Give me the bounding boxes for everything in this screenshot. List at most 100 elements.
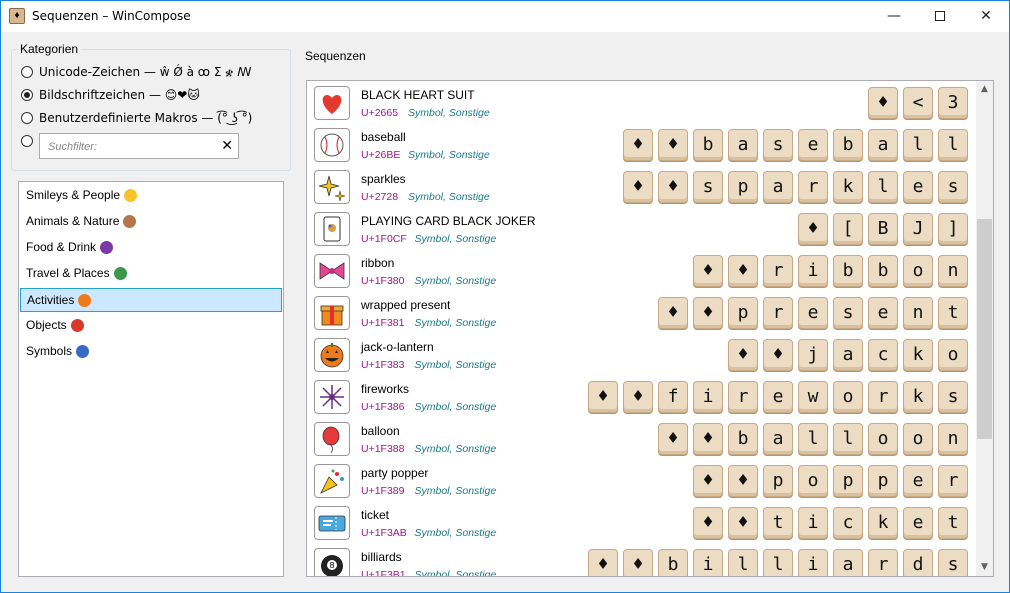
keycap: ]	[938, 213, 968, 245]
keycap: t	[938, 507, 968, 539]
keycap: s	[693, 171, 723, 203]
jack-o-lantern-icon	[78, 294, 92, 308]
keycap: e	[903, 465, 933, 497]
sequence-row[interactable]: jack-o-lantern U+1F383 Symbol, Sonstige ♦ ♦ j…	[307, 333, 975, 375]
category-label: Travel & Places	[26, 266, 110, 280]
face-icon	[124, 189, 138, 203]
scroll-down-icon[interactable]: ▼	[976, 559, 993, 576]
sequence-row[interactable]: BLACK HEART SUIT U+2665 Symbol, Sonstige ♦ <…	[307, 81, 975, 123]
keycap: b	[658, 549, 688, 576]
key-sequence: ♦ ♦ t i c k e t	[693, 507, 968, 539]
category-label: Activities	[27, 293, 75, 307]
keycap: a	[868, 129, 898, 161]
radio-button[interactable]	[21, 66, 33, 78]
grapes-icon	[100, 241, 114, 255]
compose-key-icon: ♦	[693, 423, 723, 455]
category-label: Objects	[26, 318, 67, 332]
category-item-food-drink[interactable]: Food & Drink	[20, 236, 282, 260]
window-title: Sequenzen – WinCompose	[32, 9, 191, 23]
sequence-category: Symbol, Sonstige	[408, 191, 490, 203]
clear-search-icon[interactable]: ✕	[221, 138, 233, 154]
radio-unicode[interactable]: Unicode-Zeichen — ŵ Ǿ à ꝏ Σ ቋ ꟿ	[21, 63, 252, 81]
sequence-codepoint: U+1F386	[361, 401, 405, 413]
radio-button-checked[interactable]	[21, 89, 33, 101]
sequence-category: Symbol, Sonstige	[408, 107, 490, 119]
sequence-row[interactable]: balloon U+1F388 Symbol, Sonstige ♦ ♦ b a l l o o n	[307, 417, 975, 459]
category-item-symbols[interactable]: Symbols	[20, 340, 282, 364]
sequence-codepoint: U+26BE	[361, 149, 401, 161]
radio-search[interactable]	[21, 132, 39, 150]
compose-key-icon: ♦	[588, 381, 618, 413]
keycap: l	[763, 549, 793, 576]
sequence-codepoint: U+1F383	[361, 359, 405, 371]
sequence-list[interactable]: BLACK HEART SUIT U+2665 Symbol, Sonstige ♦ <…	[306, 80, 994, 577]
radio-emoji-label: Bildschriftzeichen — 😊❤🐱	[39, 88, 200, 102]
keycap: t	[938, 297, 968, 329]
keycap: o	[903, 255, 933, 287]
sequence-name: party popper	[361, 466, 429, 480]
maximize-button[interactable]	[917, 1, 963, 32]
category-item-smileys-people[interactable]: Smileys & People	[20, 184, 282, 208]
compose-key-icon: ♦	[623, 129, 653, 161]
minimize-button[interactable]: —	[871, 1, 917, 32]
keycap: 3	[938, 87, 968, 119]
category-list[interactable]: Smileys & People Animals & Nature Food & D…	[18, 181, 284, 577]
sequence-row[interactable]: party popper U+1F389 Symbol, Sonstige ♦ ♦ p o p…	[307, 459, 975, 501]
close-button[interactable]: ✕	[963, 1, 1009, 32]
scrollbar-thumb[interactable]	[977, 219, 992, 439]
sequence-category: Symbol, Sonstige	[414, 569, 497, 577]
keycap: l	[728, 549, 758, 576]
sequence-row[interactable]: fireworks U+1F386 Symbol, Sonstige ♦ ♦ f i r e w o…	[307, 375, 975, 417]
key-sequence: ♦ ♦ p o p p e r	[693, 465, 968, 497]
keycap: <	[903, 87, 933, 119]
category-item-activities[interactable]: Activities	[20, 288, 282, 312]
party-popper-icon	[314, 464, 350, 498]
keycap: r	[798, 171, 828, 203]
sequence-row[interactable]: PLAYING CARD BLACK JOKER U+1F0CF Symbol, S…	[307, 207, 975, 249]
compose-key-icon: ♦	[728, 465, 758, 497]
sequence-category: Symbol, Sonstige	[414, 485, 497, 497]
billiards-icon: 8	[314, 548, 350, 576]
keycap: r	[868, 381, 898, 413]
sequence-row[interactable]: ribbon U+1F380 Symbol, Sonstige ♦ ♦ r i b b o n	[307, 249, 975, 291]
key-sequence: ♦ ♦ s p a r k l e s	[623, 171, 968, 203]
title-bar[interactable]: ♦ Sequenzen – WinCompose — ✕	[1, 1, 1009, 32]
compose-key-icon: ♦	[693, 297, 723, 329]
key-sequence: ♦[B J]	[798, 213, 968, 245]
svg-text:8: 8	[329, 561, 334, 570]
keycap: l	[833, 423, 863, 455]
radio-emoji[interactable]: Bildschriftzeichen — 😊❤🐱	[21, 86, 200, 104]
jack-o-lantern-icon	[314, 338, 350, 372]
keycap: i	[798, 255, 828, 287]
radio-macros-label: Benutzerdefinierte Makros — (͡° ͜ʖ ͡°)	[39, 111, 253, 125]
sequence-row[interactable]: sparkles U+2728 Symbol, Sonstige ♦ ♦ s p a r k l e s	[307, 165, 975, 207]
keycap: o	[833, 381, 863, 413]
sequence-category: Symbol, Sonstige	[414, 443, 497, 455]
sequence-row[interactable]: wrapped present U+1F381 Symbol, Sonstige ♦ ♦…	[307, 291, 975, 333]
category-item-animals-nature[interactable]: Animals & Nature	[20, 210, 282, 234]
sequence-name: balloon	[361, 424, 400, 438]
sequence-row[interactable]: baseball U+26BE Symbol, Sonstige ♦ ♦ b a s e b a l l	[307, 123, 975, 165]
keycap: r	[763, 255, 793, 287]
sequence-row[interactable]: 8 billiards U+1F3B1 Symbol, Sonstige ♦ ♦ b i l l i…	[307, 543, 975, 577]
categories-legend: Kategorien	[17, 42, 82, 56]
maximize-icon	[935, 11, 945, 21]
compose-key-icon: ♦	[693, 255, 723, 287]
category-item-objects[interactable]: Objects	[20, 314, 282, 338]
sequence-row[interactable]: ticket U+1F3AB Symbol, Sonstige ♦ ♦ t i c k e t	[307, 501, 975, 543]
sequence-category: Symbol, Sonstige	[414, 233, 497, 245]
vertical-scrollbar[interactable]: ▲ ▼	[976, 81, 993, 576]
radio-macros[interactable]: Benutzerdefinierte Makros — (͡° ͜ʖ ͡°)	[21, 109, 252, 127]
search-input[interactable]: Suchfilter: ✕	[39, 133, 239, 159]
sequence-name: billiards	[361, 550, 402, 564]
radio-button[interactable]	[21, 135, 33, 147]
radio-unicode-label: Unicode-Zeichen — ŵ Ǿ à ꝏ Σ ቋ ꟿ	[39, 64, 252, 79]
keycap: i	[798, 507, 828, 539]
sequence-category: Symbol, Sonstige	[414, 275, 497, 287]
scroll-up-icon[interactable]: ▲	[976, 81, 993, 98]
radio-button[interactable]	[21, 112, 33, 124]
compose-key-icon: ♦	[658, 297, 688, 329]
category-item-travel-places[interactable]: Travel & Places	[20, 262, 282, 286]
key-sequence: ♦ ♦ b a l l o o n	[658, 423, 968, 455]
globe-icon	[113, 267, 127, 281]
